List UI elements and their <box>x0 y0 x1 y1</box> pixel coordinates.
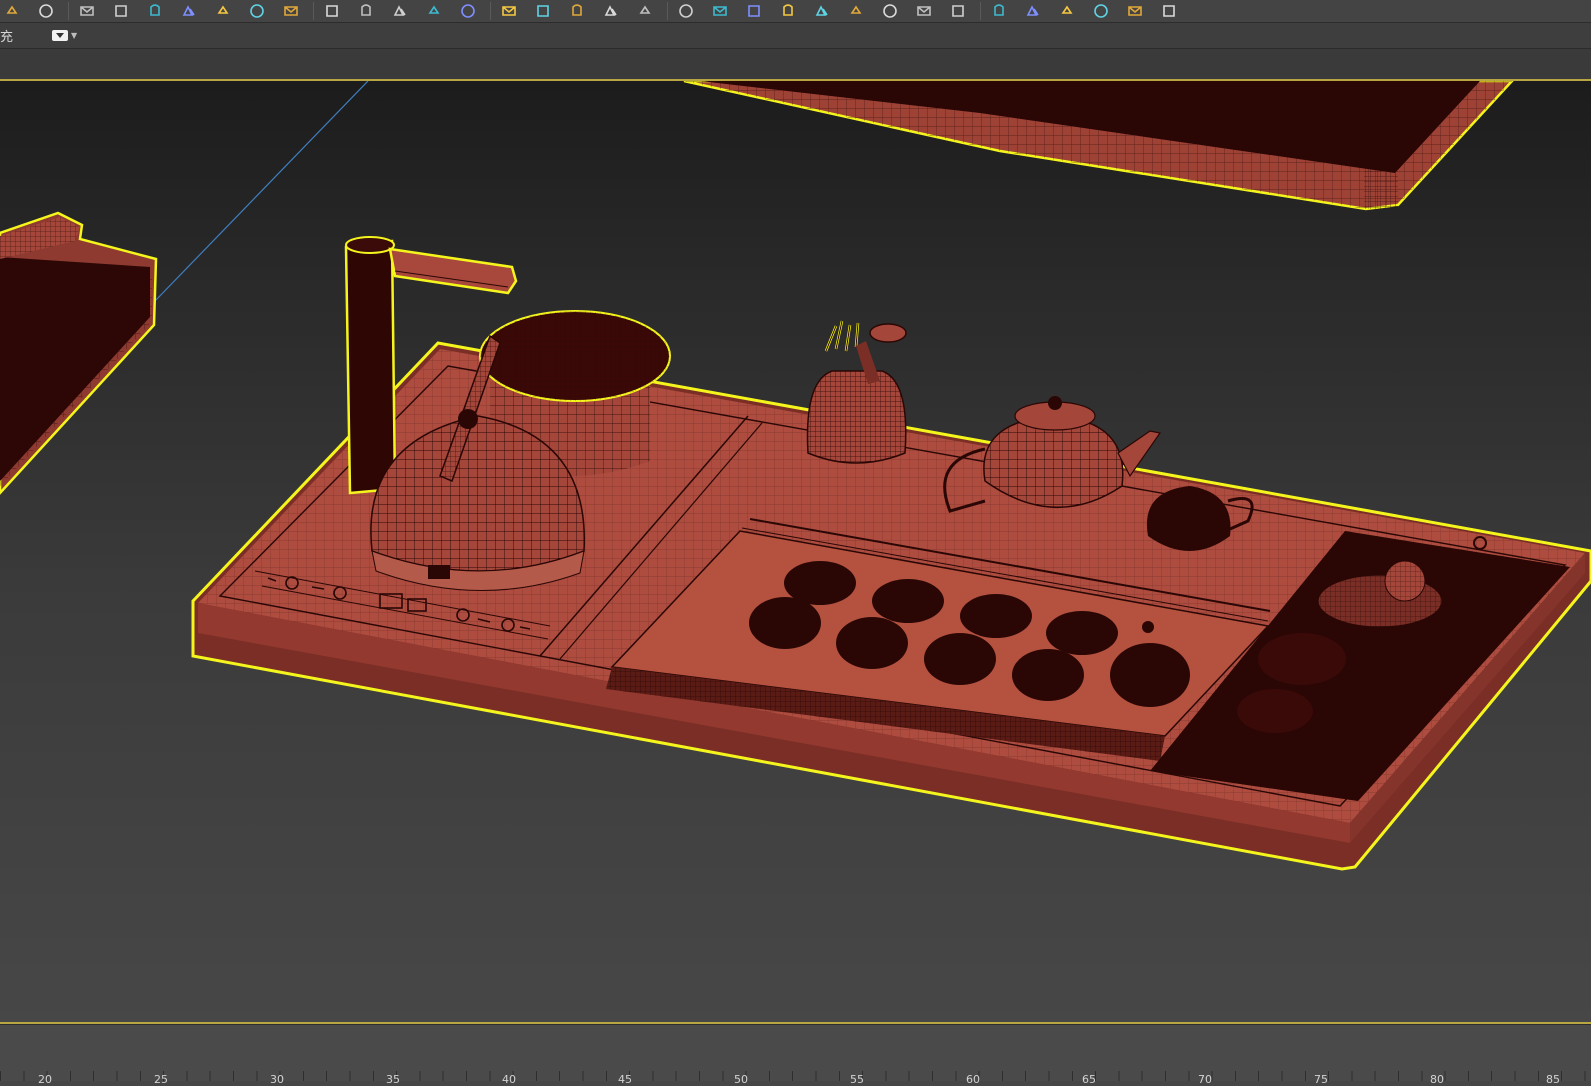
tray-top-right[interactable] <box>683 81 1514 211</box>
cube-purple-icon[interactable] <box>844 1 868 21</box>
teapot-icon[interactable] <box>1123 1 1147 21</box>
edit-icon[interactable] <box>912 1 936 21</box>
sphere-material-icon[interactable] <box>279 1 303 21</box>
time-ruler[interactable]: 20 25 30 35 40 45 50 55 60 65 70 75 80 85 <box>0 1024 1591 1086</box>
render-setup-icon[interactable] <box>1055 1 1079 21</box>
arc-icon[interactable] <box>633 1 657 21</box>
sphere-icon[interactable] <box>109 1 133 21</box>
viewport-layout-dropdown[interactable]: ▼ <box>52 30 77 41</box>
ruler-ticks <box>0 1059 1591 1081</box>
viewport-layout-icon <box>52 30 68 41</box>
edit-alt-icon[interactable] <box>987 1 1011 21</box>
ribbon-bar: 充 ▼ <box>0 23 1591 49</box>
tray-left[interactable] <box>0 211 158 495</box>
spark-icon[interactable] <box>34 1 58 21</box>
clipboard-icon[interactable] <box>388 1 412 21</box>
clock-icon[interactable] <box>565 1 589 21</box>
viewport-tab-strip <box>0 49 1591 81</box>
chevron-down-icon: ▼ <box>71 31 78 40</box>
render-active-icon[interactable] <box>1089 1 1113 21</box>
main-toolbar <box>0 0 1591 23</box>
envelope-icon[interactable] <box>143 1 167 21</box>
table-icon[interactable] <box>946 1 970 21</box>
render-icon[interactable] <box>599 1 623 21</box>
screen-icon[interactable] <box>708 1 732 21</box>
frame-icon[interactable] <box>531 1 555 21</box>
perspective-viewport[interactable] <box>0 81 1591 1023</box>
toolbar-separator <box>490 2 491 20</box>
graph-icon[interactable] <box>422 1 446 21</box>
monitor-icon[interactable] <box>674 1 698 21</box>
image-icon[interactable] <box>177 1 201 21</box>
axis-line <box>154 81 369 302</box>
sun-icon[interactable] <box>0 1 24 21</box>
box-icon[interactable] <box>75 1 99 21</box>
gear-icon[interactable] <box>742 1 766 21</box>
render-frame-icon[interactable] <box>1021 1 1045 21</box>
tree-icon[interactable] <box>497 1 521 21</box>
ribbon-label: 充 <box>0 30 14 45</box>
toolbar-separator <box>980 2 981 20</box>
film-render-icon[interactable] <box>810 1 834 21</box>
tea-tool-holder[interactable] <box>806 320 907 464</box>
material-editor-icon[interactable] <box>1157 1 1181 21</box>
toolbar-separator <box>68 2 69 20</box>
toolbar-separator <box>313 2 314 20</box>
check-circle-icon[interactable] <box>456 1 480 21</box>
film-icon[interactable] <box>776 1 800 21</box>
bar-chart-icon[interactable] <box>878 1 902 21</box>
cup-icon[interactable] <box>211 1 235 21</box>
undo-arrow-icon[interactable] <box>354 1 378 21</box>
toolbar-separator <box>667 2 668 20</box>
curve-icon[interactable] <box>245 1 269 21</box>
scene-canvas[interactable] <box>0 81 1591 1023</box>
paint-icon[interactable] <box>320 1 344 21</box>
